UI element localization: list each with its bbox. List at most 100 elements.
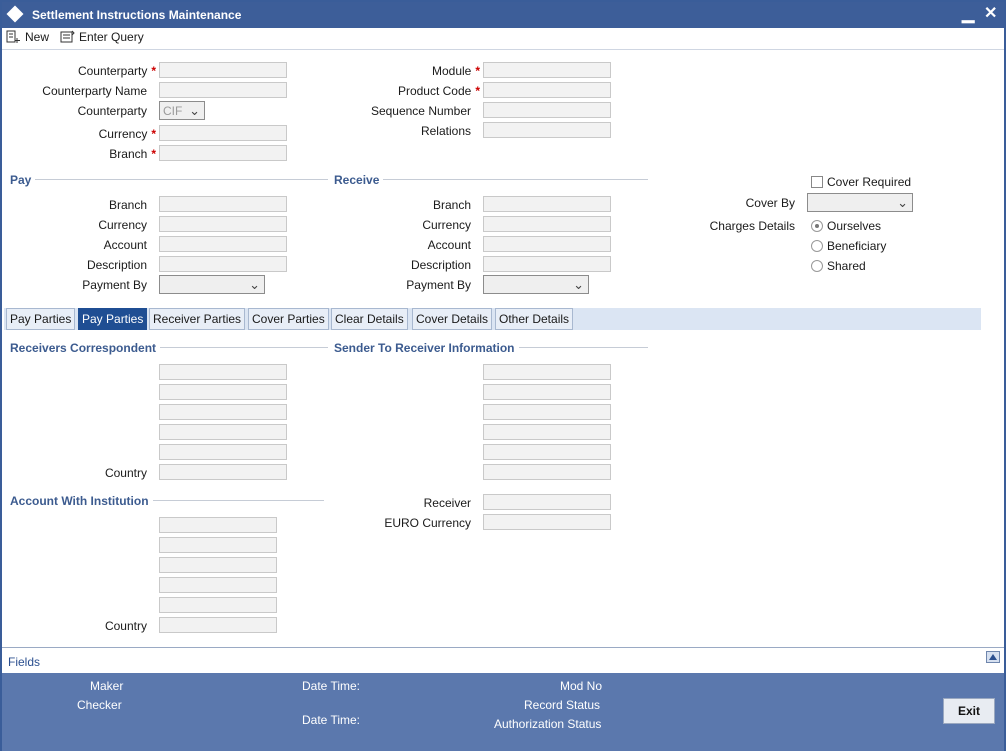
date-time-label-1: Date Time: [302, 679, 361, 693]
account-with-institution-line-1[interactable] [159, 517, 277, 533]
account-with-institution-line-4[interactable] [159, 577, 277, 593]
currency-input[interactable] [159, 125, 287, 141]
counterparty-type-label: Counterparty [77, 104, 147, 118]
cover-required-label: Cover Required [827, 175, 912, 189]
receiver-label: Receiver [423, 496, 471, 510]
radio-ourselves[interactable] [811, 220, 823, 232]
counterparty-type-value: CIF [163, 104, 183, 118]
receive-currency-input[interactable] [483, 216, 611, 232]
pay-section-title: Pay [10, 173, 36, 187]
sender-to-receiver-line-3[interactable] [483, 404, 611, 420]
receive-account-input[interactable] [483, 236, 611, 252]
tab-pay-parties-active[interactable]: Pay Parties [78, 308, 148, 330]
radio-shared-label: Shared [827, 259, 866, 273]
window-title: Settlement Instructions Maintenance [32, 8, 242, 22]
exit-button[interactable]: Exit [943, 698, 995, 724]
audit-footer: Maker Checker Date Time: Date Time: Mod … [2, 673, 1004, 751]
pay-currency-input[interactable] [159, 216, 287, 232]
country2-label: Country [104, 619, 147, 633]
sender-to-receiver-line-1[interactable] [483, 364, 611, 380]
new-button[interactable]: New [6, 30, 49, 44]
receivers-correspondent-line-5[interactable] [159, 444, 287, 460]
chevron-down-icon: ⌄ [897, 195, 908, 210]
tab-clear-details[interactable]: Clear Details [331, 308, 408, 330]
receiver-input[interactable] [483, 494, 611, 510]
fields-link[interactable]: Fields [8, 655, 40, 669]
receive-payment-by-select[interactable]: ⌄ [483, 275, 589, 294]
account-with-institution-line-2[interactable] [159, 537, 277, 553]
chevron-down-icon: ⌄ [573, 277, 584, 292]
country2-input[interactable] [159, 617, 277, 633]
euro-currency-label: EURO Currency [384, 516, 471, 530]
tab-pay-parties[interactable]: Pay Parties [6, 308, 76, 330]
branch-input[interactable] [159, 145, 287, 161]
receive-description-label: Description [410, 258, 471, 272]
minimize-icon[interactable]: ▁ [962, 4, 974, 24]
receivers-correspondent-line-2[interactable] [159, 384, 287, 400]
relations-label: Relations [420, 124, 471, 138]
fields-bar: Fields [2, 647, 1004, 673]
mod-no-label: Mod No [560, 679, 603, 693]
tab-cover-parties[interactable]: Cover Parties [248, 308, 329, 330]
app-diamond-icon [6, 5, 24, 23]
sender-to-receiver-title: Sender To Receiver Information [334, 341, 519, 355]
counterparty-name-label: Counterparty Name [42, 84, 147, 98]
country-input[interactable] [159, 464, 287, 480]
pay-divider [10, 179, 328, 180]
enter-query-button[interactable]: Enter Query [60, 30, 144, 44]
new-document-icon [6, 30, 21, 44]
country-label: Country [104, 466, 147, 480]
sender-to-receiver-line-2[interactable] [483, 384, 611, 400]
branch-label: Branch * [109, 147, 156, 161]
record-status-label: Record Status [524, 698, 601, 712]
collapse-up-icon[interactable] [986, 651, 1000, 663]
sender-to-receiver-line-6[interactable] [483, 464, 611, 480]
close-icon[interactable]: ✕ [984, 3, 997, 23]
receivers-correspondent-line-1[interactable] [159, 364, 287, 380]
receive-branch-input[interactable] [483, 196, 611, 212]
toolbar: New Enter Query [2, 28, 1004, 50]
receive-description-input[interactable] [483, 256, 611, 272]
account-with-institution-line-5[interactable] [159, 597, 277, 613]
radio-shared[interactable] [811, 260, 823, 272]
tab-receiver-parties[interactable]: Receiver Parties [149, 308, 246, 330]
new-button-label: New [25, 30, 50, 44]
tab-cover-details[interactable]: Cover Details [412, 308, 493, 330]
sender-to-receiver-line-5[interactable] [483, 444, 611, 460]
pay-payment-by-select[interactable]: ⌄ [159, 275, 265, 294]
pay-branch-label: Branch [108, 198, 147, 212]
module-label: Module * [431, 64, 480, 78]
euro-currency-input[interactable] [483, 514, 611, 530]
pay-account-input[interactable] [159, 236, 287, 252]
sender-to-receiver-line-4[interactable] [483, 424, 611, 440]
pay-currency-label: Currency [98, 218, 147, 232]
enter-query-label: Enter Query [79, 30, 144, 44]
counterparty-label: Counterparty * [77, 64, 156, 78]
receive-account-label: Account [427, 238, 471, 252]
counterparty-name-input[interactable] [159, 82, 287, 98]
receivers-correspondent-line-4[interactable] [159, 424, 287, 440]
date-time-label-2: Date Time: [302, 713, 361, 727]
product-code-input[interactable] [483, 82, 611, 98]
tab-other-details[interactable]: Other Details [495, 308, 574, 330]
counterparty-input[interactable] [159, 62, 287, 78]
cover-by-label: Cover By [745, 196, 795, 210]
chevron-down-icon: ⌄ [189, 103, 200, 118]
module-input[interactable] [483, 62, 611, 78]
sequence-number-input[interactable] [483, 102, 611, 118]
cover-by-select[interactable]: ⌄ [807, 193, 913, 212]
pay-branch-input[interactable] [159, 196, 287, 212]
cover-required-checkbox[interactable] [811, 176, 823, 188]
receive-section-title: Receive [334, 173, 384, 187]
receivers-correspondent-line-3[interactable] [159, 404, 287, 420]
radio-beneficiary[interactable] [811, 240, 823, 252]
counterparty-type-select[interactable]: CIF ⌄ [159, 101, 205, 120]
pay-description-input[interactable] [159, 256, 287, 272]
relations-input[interactable] [483, 122, 611, 138]
authorization-status-label: Authorization Status [494, 717, 602, 731]
pay-description-label: Description [86, 258, 147, 272]
account-with-institution-line-3[interactable] [159, 557, 277, 573]
currency-label: Currency * [98, 127, 156, 141]
radio-beneficiary-label: Beneficiary [827, 239, 887, 253]
receive-currency-label: Currency [422, 218, 471, 232]
